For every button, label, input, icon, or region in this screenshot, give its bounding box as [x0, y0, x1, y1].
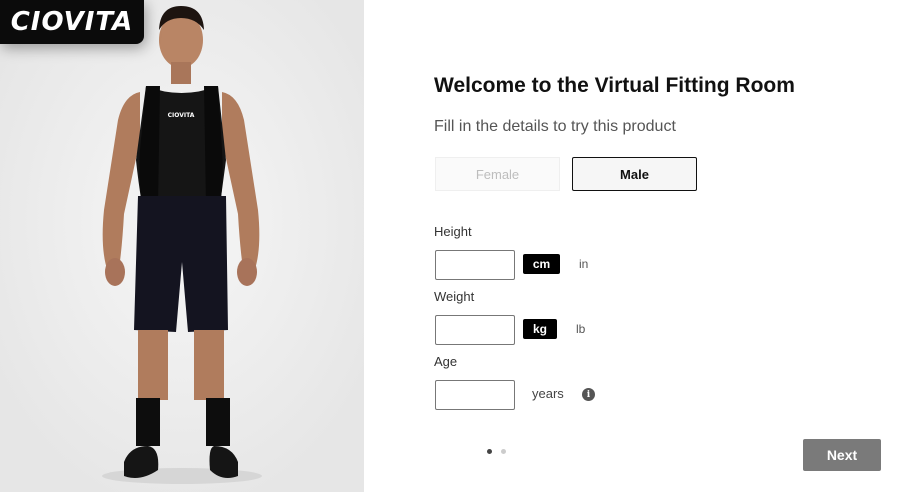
- age-input[interactable]: [435, 380, 515, 410]
- height-unit-cm-toggle[interactable]: cm: [523, 254, 560, 274]
- pagination-dot-active: [487, 449, 492, 454]
- height-input[interactable]: [435, 250, 515, 280]
- product-image-panel: CIOVITA CIOVITA: [0, 0, 364, 492]
- gender-female-button[interactable]: Female: [435, 157, 560, 191]
- model-figure-image: CIOVITA: [0, 0, 364, 492]
- age-unit-label: years: [532, 386, 564, 401]
- info-icon[interactable]: i: [582, 388, 595, 401]
- height-unit-in-toggle[interactable]: in: [579, 257, 588, 271]
- brand-logo: CIOVITA: [0, 0, 144, 44]
- weight-input[interactable]: [435, 315, 515, 345]
- jersey-print-text: CIOVITA: [168, 112, 195, 119]
- next-button[interactable]: Next: [803, 439, 881, 471]
- brand-logo-text: CIOVITA: [10, 7, 134, 37]
- page-title: Welcome to the Virtual Fitting Room: [434, 74, 795, 97]
- age-label: Age: [434, 354, 458, 369]
- weight-unit-kg-toggle[interactable]: kg: [523, 319, 557, 339]
- weight-label: Weight: [434, 289, 475, 304]
- page-subtitle: Fill in the details to try this product: [434, 118, 676, 135]
- pagination-dot-inactive: [501, 449, 506, 454]
- weight-unit-lb-toggle[interactable]: lb: [576, 322, 585, 336]
- height-label: Height: [434, 224, 472, 239]
- gender-male-button[interactable]: Male: [572, 157, 697, 191]
